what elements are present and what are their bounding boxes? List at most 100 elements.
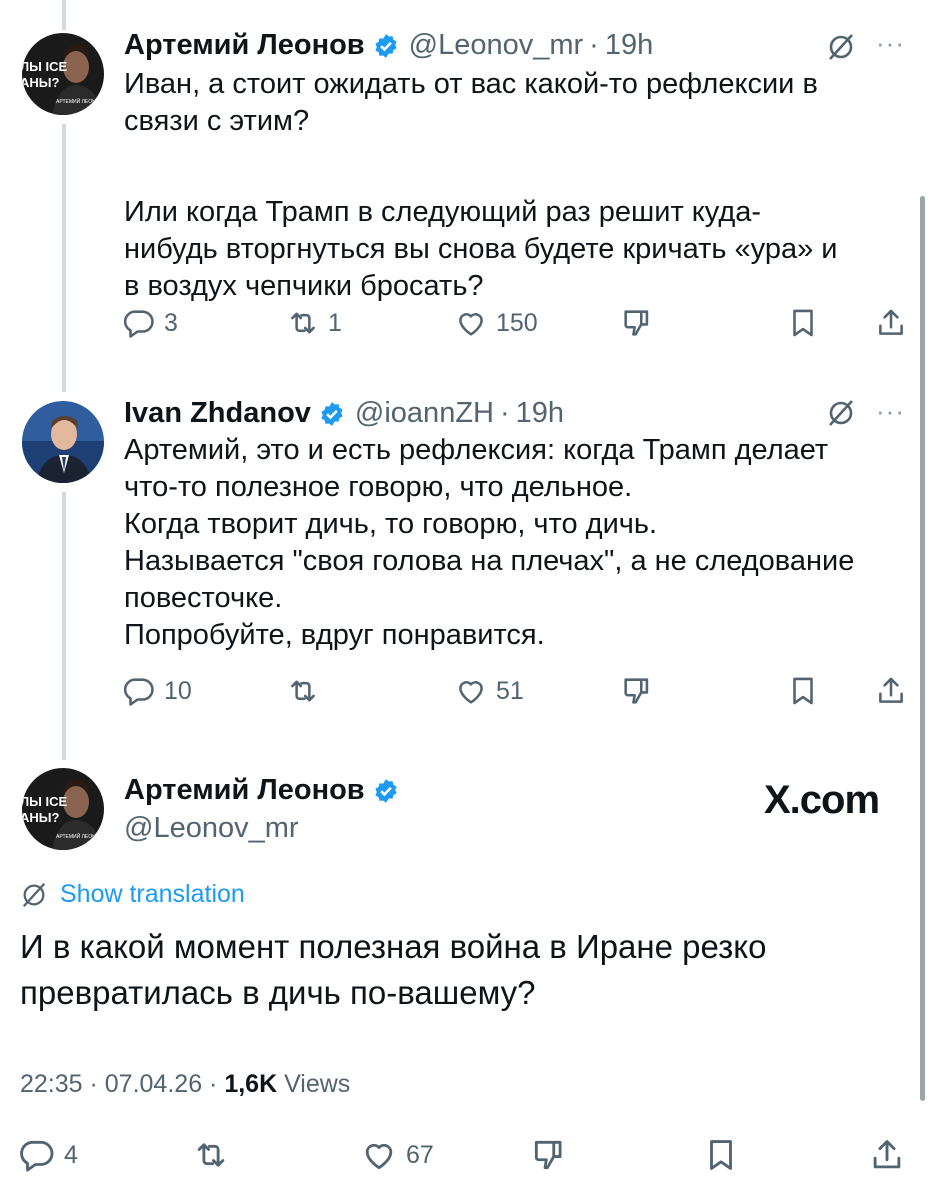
author-handle[interactable]: @ioannZH (355, 397, 494, 430)
tweet-header: Ivan Zhdanov @ioannZH · 19h (124, 397, 564, 430)
reply-count: 4 (64, 1140, 78, 1169)
bookmark-icon (793, 309, 813, 337)
reply-button[interactable]: 10 (122, 674, 192, 708)
avatar-text-line1: ЛЫ ICE (22, 794, 67, 809)
dislike-icon (534, 1140, 562, 1170)
more-icon[interactable]: ··· (876, 396, 905, 427)
like-button[interactable]: 67 (360, 1136, 434, 1174)
like-icon (365, 1143, 393, 1170)
thread-line (62, 492, 66, 760)
tweet-line: Артемий, это и есть рефлексия: когда Тра… (124, 434, 829, 466)
tweet-line: в воздух чепчики бросать? (124, 270, 484, 302)
avatar-leonov[interactable]: ЛЫ ICE АНЫ? АРТЕМИЙ ЛЕОНОВ (22, 33, 104, 115)
author-name[interactable]: Ivan Zhdanov (124, 397, 311, 430)
tweet-time[interactable]: 19h (516, 397, 564, 430)
translate-icon (22, 882, 46, 907)
avatar-caption: АРТЕМИЙ ЛЕОНОВ (56, 97, 104, 105)
like-button[interactable]: 150 (454, 306, 538, 340)
bookmark-icon (710, 1140, 732, 1170)
thread-line (62, 124, 66, 392)
repost-icon (197, 1143, 225, 1167)
dislike-button[interactable] (530, 1136, 568, 1174)
tweet-line: превратилась в дичь по-вашему? (20, 974, 536, 1011)
tweet-line: Называется "своя голова на плечах", а не… (124, 545, 855, 577)
bookmark-button[interactable] (786, 674, 820, 708)
verified-icon (375, 33, 397, 58)
focus-tweet-actions: 4 67 (18, 1136, 918, 1176)
show-translation-label: Show translation (60, 880, 245, 908)
reply-button[interactable]: 4 (18, 1136, 78, 1174)
share-icon (879, 677, 903, 703)
tweet-text: Артемий, это и есть рефлексия: когда Тра… (124, 432, 914, 654)
bookmark-button[interactable] (702, 1136, 740, 1174)
thread-page: ЛЫ ICE АНЫ? АРТЕМИЙ ЛЕОНОВ Артемий Леоно… (0, 0, 932, 1200)
repost-button[interactable] (286, 674, 328, 708)
tweet-line: Или когда Трамп в следующий раз решит ку… (124, 196, 762, 228)
scrollbar[interactable] (920, 196, 925, 1101)
share-button[interactable] (868, 1136, 906, 1174)
repost-button[interactable]: 1 (286, 306, 342, 340)
separator-dot: · (499, 397, 510, 429)
avatar-text-line2: АНЫ? (22, 810, 60, 825)
like-icon (459, 681, 483, 704)
tweet-meta: 22:35 · 07.04.26 · 1,6K Views (20, 1070, 350, 1099)
tweet-line: повесточке. (124, 582, 283, 614)
reply-button[interactable]: 3 (122, 306, 178, 340)
dislike-button[interactable] (620, 306, 654, 340)
tweet-actions: 3 1 150 (122, 306, 912, 346)
like-count: 51 (496, 676, 524, 705)
thread-line (62, 0, 66, 30)
more-icon[interactable]: ··· (876, 28, 905, 59)
verified-icon (375, 778, 397, 803)
repost-count: 1 (328, 308, 342, 337)
focus-author: Артемий Леонов (124, 774, 409, 807)
focus-tweet-text: И в какой момент полезная война в Иране … (20, 924, 900, 1016)
reply-count: 10 (164, 676, 192, 705)
share-button[interactable] (874, 306, 908, 340)
share-icon (873, 1140, 901, 1169)
author-name[interactable]: Артемий Леонов (124, 29, 365, 62)
reply-count: 3 (164, 308, 178, 337)
avatar-zhdanov[interactable] (22, 401, 104, 483)
repost-icon (291, 312, 315, 334)
xcom-watermark: X.com (764, 778, 880, 822)
tweet-actions: 10 51 (122, 674, 912, 714)
avatar-caption: АРТЕМИЙ ЛЕОНОВ (56, 832, 104, 840)
author-handle[interactable]: @Leonov_mr (124, 812, 299, 845)
avatar-leonov[interactable]: ЛЫ ICE АНЫ? АРТЕМИЙ ЛЕОНОВ (22, 768, 104, 850)
repost-button[interactable] (192, 1136, 230, 1174)
share-button[interactable] (874, 674, 908, 708)
tweet-time[interactable]: 19h (605, 29, 653, 62)
grok-icon[interactable] (826, 32, 856, 62)
reply-icon (20, 1140, 54, 1172)
bookmark-icon (793, 677, 813, 705)
tweet-header: Артемий Леонов @Leonov_mr · 19h (124, 29, 653, 62)
share-icon (879, 309, 903, 335)
tweet-line: Когда творит дичь, то говорю, что дичь. (124, 508, 658, 540)
verified-icon (321, 401, 343, 426)
tweet-line: И в какой момент полезная война в Иране … (20, 928, 767, 965)
tweet-line: что-то полезное говорю, что дельное. (124, 471, 633, 503)
like-button[interactable]: 51 (454, 674, 524, 708)
bookmark-button[interactable] (786, 306, 820, 340)
dislike-button[interactable] (620, 674, 654, 708)
reply-icon (123, 678, 154, 706)
views-count: 1,6K (224, 1070, 278, 1098)
tweet-timestamp[interactable]: 22:35 · 07.04.26 · (20, 1070, 224, 1098)
tweet-line: Попробуйте, вдруг понравится. (124, 619, 545, 651)
views-label: Views (277, 1070, 351, 1098)
like-count: 67 (406, 1140, 434, 1169)
reply-icon (123, 310, 154, 338)
show-translation-button[interactable]: Show translation (20, 880, 245, 909)
tweet-line: связи с этим? (124, 105, 310, 137)
dislike-icon (624, 310, 649, 336)
separator-dot: · (589, 29, 599, 61)
dislike-icon (624, 678, 649, 704)
like-count: 150 (496, 308, 538, 337)
tweet-line: Иван, а стоит ожидать от вас какой-то ре… (124, 68, 818, 100)
repost-icon (291, 680, 315, 702)
like-icon (459, 313, 483, 336)
author-name[interactable]: Артемий Леонов (124, 774, 365, 807)
author-handle[interactable]: @Leonov_mr (409, 29, 584, 62)
grok-icon[interactable] (826, 398, 856, 428)
